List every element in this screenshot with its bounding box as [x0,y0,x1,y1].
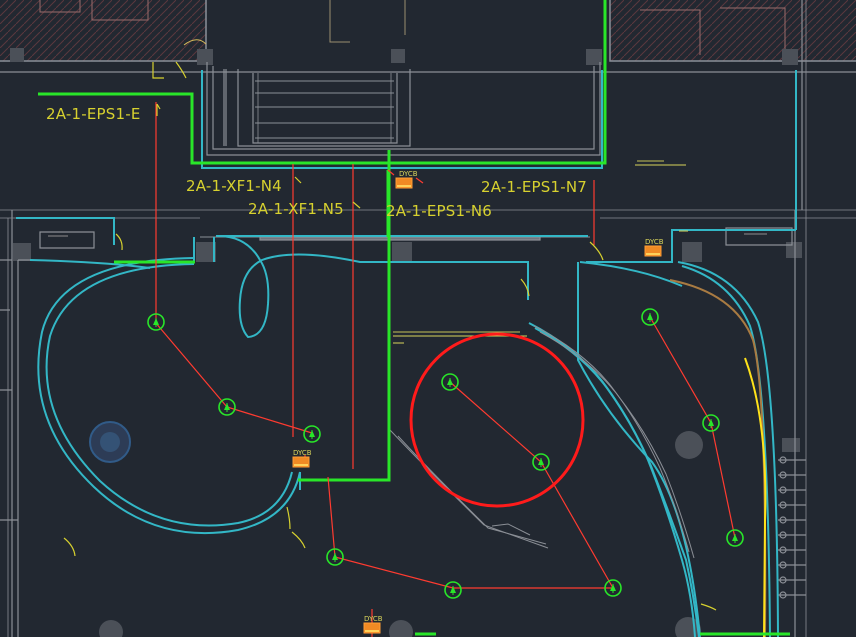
device-tag: DYCB [399,170,418,178]
highlight-circle [409,332,585,508]
device-tag: DYCB [293,449,312,457]
cad-drawing-canvas[interactable]: DYCB DYCB DYCB DYCB 2A-1-EPS1-E 2A-1-XF1… [0,0,856,637]
device-tag: DYCB [364,615,383,623]
label-eps1-e[interactable]: 2A-1-EPS1-E [46,105,141,123]
green-sprinkler-icon[interactable] [441,373,459,391]
floor-plan-svg: DYCB DYCB DYCB DYCB 2A-1-EPS1-E 2A-1-XF1… [0,0,856,637]
green-sprinkler-icon[interactable] [303,425,321,443]
device-box-icon[interactable] [644,245,662,257]
device-box-icon[interactable] [395,177,413,189]
green-sprinkler-icon[interactable] [726,529,744,547]
device-tag: DYCB [645,238,664,246]
green-sprinkler-icon[interactable] [444,581,462,599]
structural-columns [10,48,802,637]
label-xf1-n4[interactable]: 2A-1-XF1-N4 [186,177,282,195]
top-hatched-rooms [0,0,856,62]
green-sprinkler-icon[interactable] [218,398,236,416]
label-xf1-n5[interactable]: 2A-1-XF1-N5 [248,200,344,218]
green-sprinkler-icon[interactable] [532,453,550,471]
arrow-icon [352,201,361,209]
green-sprinkler-icon[interactable] [702,414,720,432]
orange-curve [669,279,767,637]
label-eps1-n7[interactable]: 2A-1-EPS1-N7 [481,178,587,196]
device-box-icon[interactable] [292,456,310,468]
arrow-icon [294,176,302,184]
label-eps1-n6[interactable]: 2A-1-EPS1-N6 [386,202,492,220]
green-sprinkler-icon[interactable] [641,308,659,326]
device-box-icon[interactable] [363,622,381,634]
